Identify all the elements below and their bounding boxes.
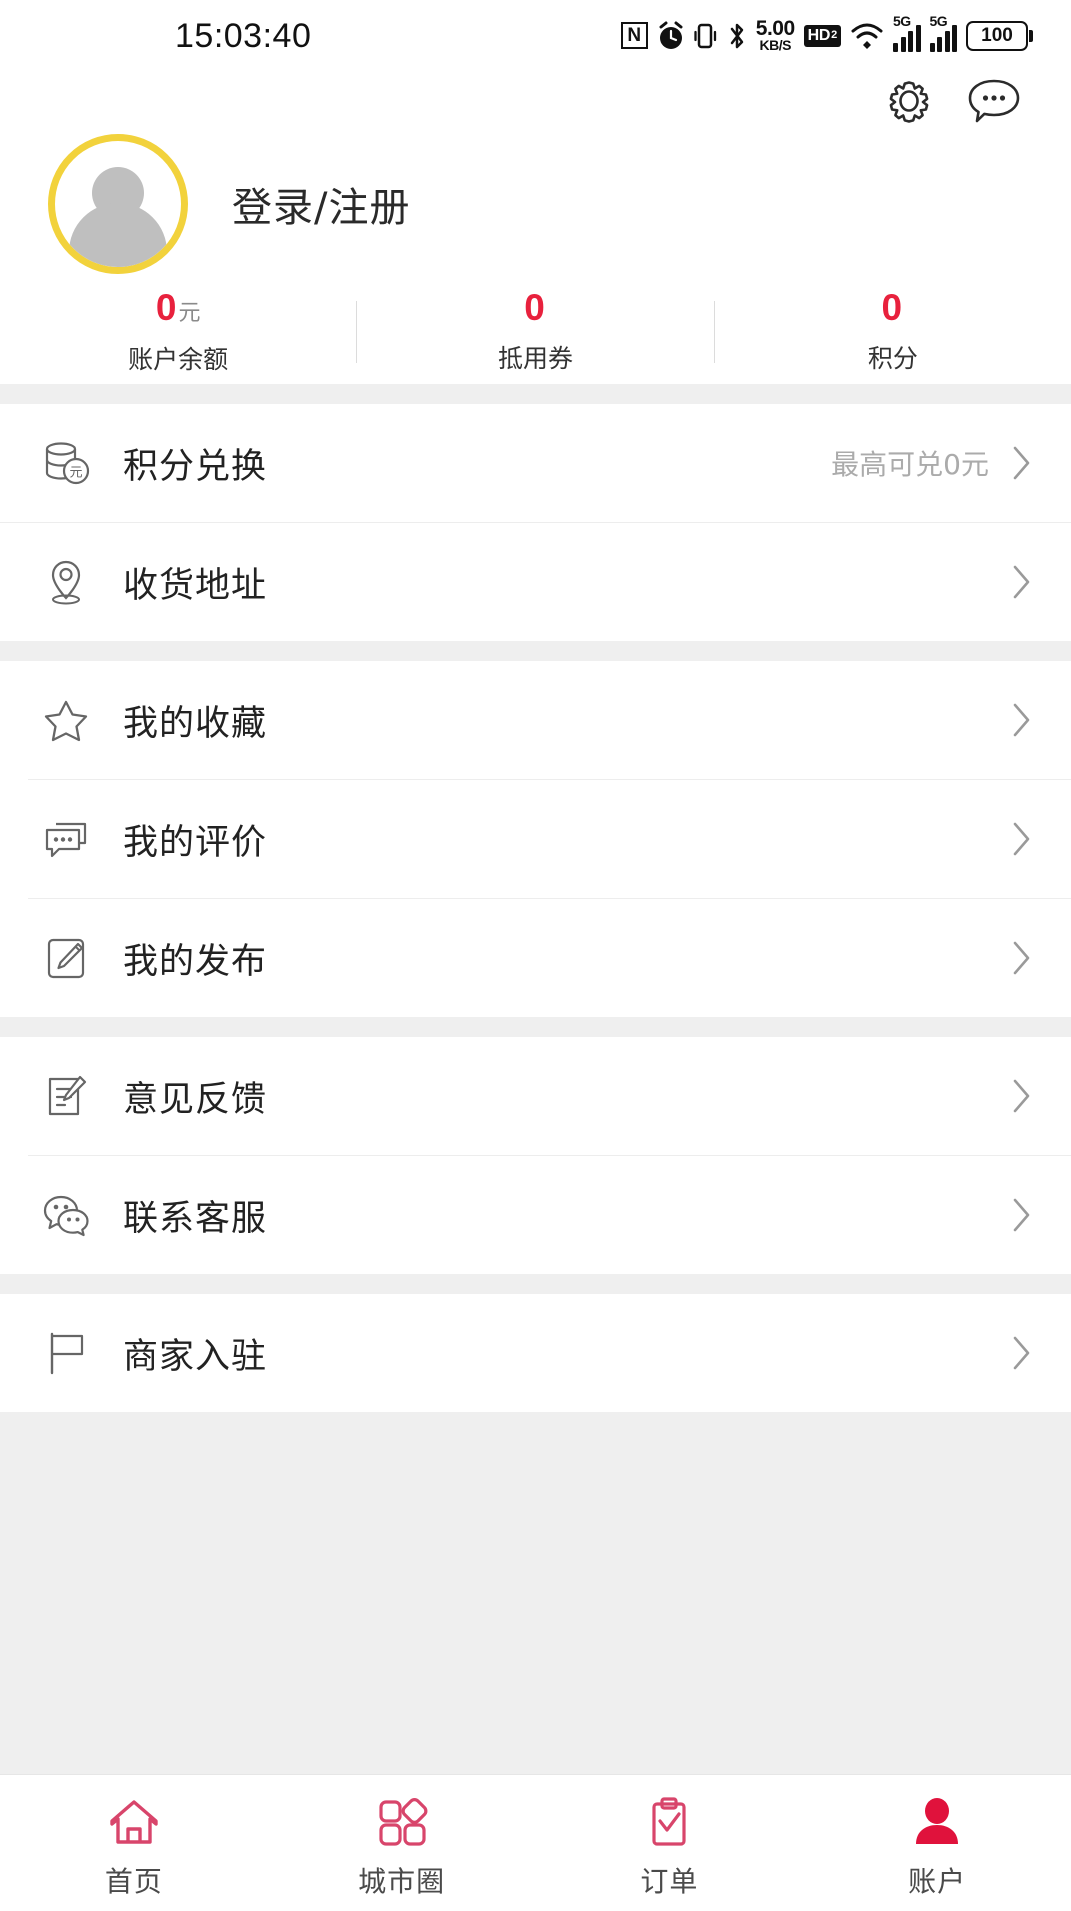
clipboard-check-icon — [641, 1794, 697, 1850]
stat-points[interactable]: 0 积分 — [715, 289, 1071, 375]
row-label: 商家入驻 — [123, 1336, 268, 1377]
star-icon — [35, 693, 97, 747]
stat-value: 0 — [881, 287, 903, 328]
stat-value: 0 — [524, 287, 545, 328]
signal-sim1-icon: 5G — [893, 13, 921, 53]
nfc-icon: N — [620, 22, 648, 50]
hd-sub: 2 — [831, 29, 837, 42]
data-speed-value: 5.00 — [755, 17, 795, 41]
stat-account-balance[interactable]: 0 元 账户余额 — [0, 289, 356, 376]
stat-label: 积分 — [867, 344, 918, 373]
chevron-right-icon — [1011, 940, 1033, 976]
alarm-icon — [657, 21, 685, 51]
grid-blocks-icon — [374, 1794, 430, 1850]
status-time: 15:03:40 — [175, 16, 312, 55]
nav-label: 订单 — [640, 1865, 699, 1898]
section-gap — [0, 1274, 1071, 1294]
nav-orders[interactable]: 订单 — [536, 1775, 804, 1911]
row-value: 最高可兑0元 — [831, 448, 989, 481]
vibrate-icon — [694, 21, 718, 51]
section-support: 意见反馈 联系客服 — [0, 1037, 1071, 1274]
location-pin-icon — [35, 555, 97, 609]
row-points-exchange[interactable]: 元 积分兑换 最高可兑0元 — [0, 404, 1071, 522]
nav-account[interactable]: 账户 — [803, 1775, 1071, 1911]
battery-cap — [1029, 29, 1033, 42]
bottom-navigation: 首页 城市圈 订单 账户 — [0, 1774, 1071, 1911]
speech-bubble-icon[interactable] — [965, 74, 1023, 133]
row-feedback[interactable]: 意见反馈 — [0, 1037, 1071, 1155]
section-gap — [0, 1017, 1071, 1037]
row-label: 积分兑换 — [123, 446, 268, 487]
stats-bar: 0 元 账户余额 0 抵用券 0 积分 — [0, 274, 1071, 384]
chevron-right-icon — [1011, 1335, 1033, 1371]
chevron-right-icon — [1011, 821, 1033, 857]
default-avatar-icon[interactable] — [48, 134, 188, 274]
section-merchant: 商家入驻 — [0, 1294, 1071, 1412]
row-label: 我的评价 — [123, 822, 268, 863]
stat-unit: 元 — [178, 300, 201, 326]
chevron-right-icon — [1011, 1078, 1033, 1114]
login-register-link[interactable]: 登录/注册 — [232, 175, 410, 233]
row-merchant-join[interactable]: 商家入驻 — [0, 1294, 1071, 1412]
sim2-bars — [929, 25, 957, 53]
signal-sim2-icon: 5G — [929, 13, 957, 53]
section-gap — [0, 641, 1071, 661]
comment-icon — [35, 812, 97, 866]
row-label: 我的发布 — [123, 941, 268, 982]
sim1-bars — [893, 25, 921, 53]
chevron-right-icon — [1011, 702, 1033, 738]
stat-label: 抵用券 — [497, 344, 573, 373]
bluetooth-icon — [727, 21, 747, 51]
nav-label: 账户 — [908, 1865, 967, 1898]
row-label: 我的收藏 — [123, 703, 268, 744]
edit-note-icon — [35, 931, 97, 985]
chevron-right-icon — [1011, 1197, 1033, 1233]
stat-voucher[interactable]: 0 抵用券 — [357, 289, 713, 375]
nfc-label: N — [620, 22, 648, 50]
section-assets: 元 积分兑换 最高可兑0元 收货地址 — [0, 404, 1071, 641]
app-screen: 15:03:40 N 5.00 KB/S HD 2 5G 5G 100 登录/注… — [0, 0, 1071, 1911]
home-icon — [106, 1794, 162, 1850]
wifi-icon — [850, 21, 884, 51]
status-icons: N 5.00 KB/S HD 2 5G 5G 100 — [620, 13, 1033, 54]
chevron-right-icon — [1011, 564, 1033, 600]
row-shipping-address[interactable]: 收货地址 — [0, 523, 1071, 641]
person-filled-icon — [909, 1794, 965, 1850]
status-bar: 15:03:40 N 5.00 KB/S HD 2 5G 5G 100 — [0, 0, 1071, 72]
row-label: 联系客服 — [123, 1198, 268, 1239]
data-speed-unit: KB/S — [759, 37, 791, 54]
flag-icon — [35, 1326, 97, 1380]
stat-label: 账户余额 — [128, 344, 229, 374]
feedback-document-icon — [35, 1069, 97, 1123]
chevron-right-icon — [1011, 445, 1033, 481]
sim2-network-label: 5G — [929, 13, 948, 30]
row-label: 收货地址 — [123, 565, 268, 606]
battery-icon: 100 — [966, 20, 1033, 51]
section-personal: 我的收藏 我的评价 我的发布 — [0, 661, 1071, 1017]
sim1-network-label: 5G — [893, 13, 911, 30]
hd-label: HD — [807, 26, 831, 44]
gear-icon[interactable] — [881, 73, 937, 134]
empty-area — [0, 1412, 1071, 1774]
row-label: 意见反馈 — [123, 1079, 268, 1120]
stat-value: 0 — [155, 286, 177, 328]
hd-voice-icon: HD 2 — [803, 24, 841, 47]
nav-label: 城市圈 — [358, 1865, 446, 1898]
nav-home[interactable]: 首页 — [0, 1775, 268, 1911]
profile-header[interactable]: 登录/注册 — [0, 134, 1071, 274]
row-my-reviews[interactable]: 我的评价 — [0, 780, 1071, 898]
wechat-chat-icon — [35, 1188, 97, 1242]
row-contact-service[interactable]: 联系客服 — [0, 1156, 1071, 1274]
nav-label: 首页 — [104, 1865, 163, 1898]
row-my-favorites[interactable]: 我的收藏 — [0, 661, 1071, 779]
battery-level: 100 — [966, 20, 1028, 51]
header-actions — [0, 72, 1071, 134]
coin-stack-icon: 元 — [35, 436, 97, 490]
nav-city-circle[interactable]: 城市圈 — [268, 1775, 536, 1911]
row-my-posts[interactable]: 我的发布 — [0, 899, 1071, 1017]
section-gap — [0, 384, 1071, 404]
avatar-body — [69, 203, 167, 267]
data-speed-icon: 5.00 KB/S — [755, 17, 795, 54]
svg-text:元: 元 — [69, 466, 82, 481]
